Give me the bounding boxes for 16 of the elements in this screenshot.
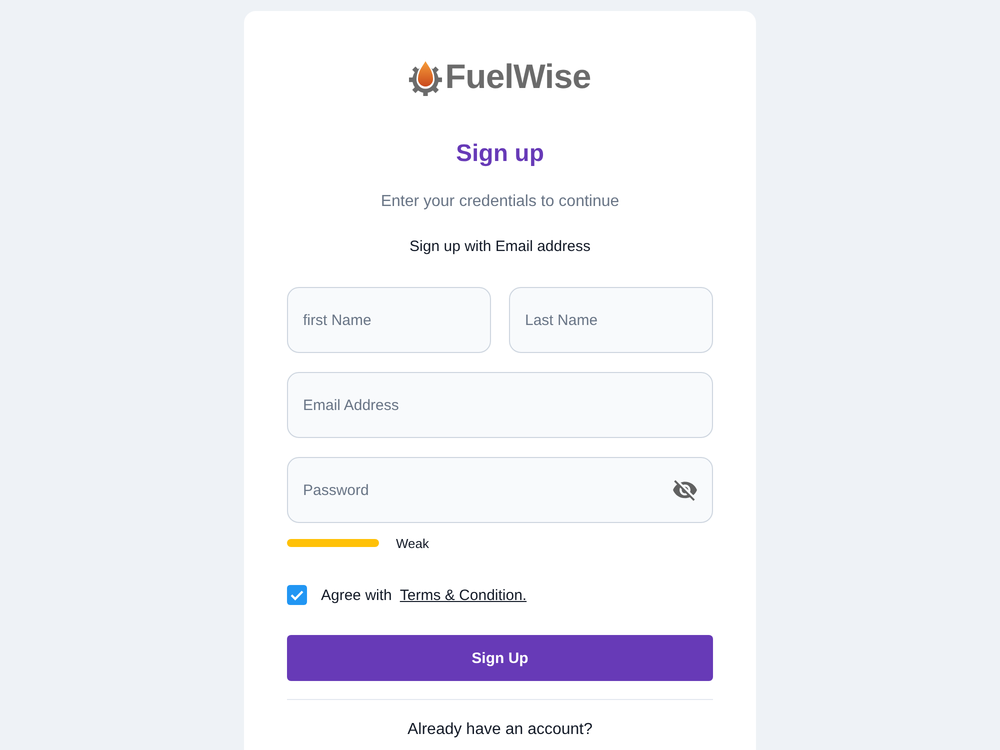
strength-label: Weak bbox=[396, 536, 429, 550]
first-name-field[interactable]: first Name bbox=[287, 287, 491, 353]
sign-up-button[interactable]: Sign Up bbox=[287, 635, 713, 681]
login-link[interactable]: Already have an account? bbox=[407, 720, 592, 740]
last-name-field[interactable]: Last Name bbox=[509, 287, 713, 353]
email-field[interactable]: Email Address bbox=[287, 372, 713, 438]
subtitle-text: Enter your credentials to continue bbox=[380, 192, 620, 212]
gear-drop-icon bbox=[409, 58, 442, 96]
agree-checkbox[interactable] bbox=[287, 585, 307, 605]
eye-slash-icon[interactable] bbox=[673, 480, 697, 501]
logo-text: FuelWise bbox=[445, 57, 591, 97]
terms-link[interactable]: Terms & Condition. bbox=[400, 586, 527, 604]
agree-label: Agree with bbox=[321, 586, 392, 604]
method-label: Sign up with Email address bbox=[410, 237, 590, 257]
page-heading: Sign up bbox=[456, 139, 544, 169]
password-field[interactable]: Password bbox=[287, 457, 713, 523]
